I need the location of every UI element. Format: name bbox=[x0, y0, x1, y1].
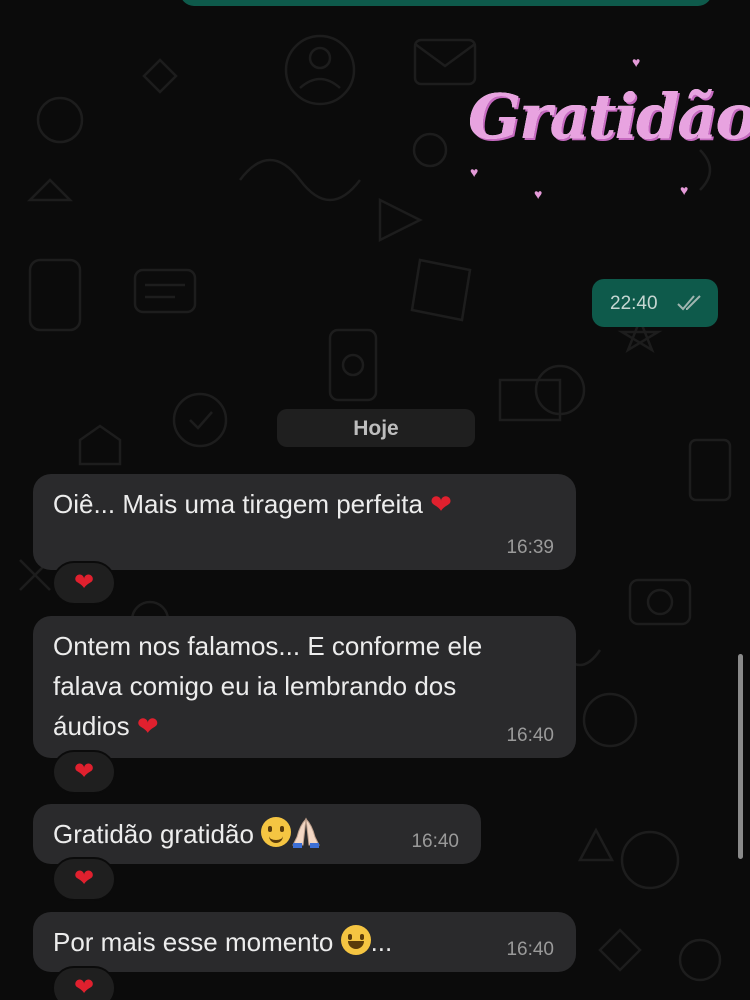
gratidao-sticker[interactable]: ♥ ♥ ♥ ♥ Gratidão bbox=[468, 54, 750, 232]
incoming-message-bubble[interactable]: Gratidão gratidão 16:40 bbox=[33, 804, 481, 864]
message-time: 16:39 bbox=[506, 537, 554, 558]
message-text: Por mais esse momento ... bbox=[53, 925, 393, 957]
message-time: 16:40 bbox=[506, 725, 554, 746]
message-time: 16:40 bbox=[411, 831, 459, 852]
double-check-icon bbox=[677, 295, 701, 311]
heart-reaction[interactable]: ❤ bbox=[52, 561, 116, 605]
date-divider-label: Hoje bbox=[353, 417, 399, 440]
outgoing-message-bubble[interactable]: 22:40 bbox=[592, 279, 718, 327]
heart-reaction[interactable]: ❤ bbox=[52, 857, 116, 901]
folded-hands-emoji bbox=[292, 817, 320, 848]
heart-icon: ♥ bbox=[680, 182, 689, 198]
heart-reaction[interactable]: ❤ bbox=[52, 966, 116, 1000]
message-time: 22:40 bbox=[610, 293, 658, 314]
heart-icon: ♥ bbox=[534, 186, 543, 202]
previous-outgoing-bubble[interactable] bbox=[180, 0, 712, 6]
chat-area: ♥ ♥ ♥ ♥ Gratidão 22:40 Hoje Oiê... Mais … bbox=[0, 0, 750, 1000]
incoming-message-bubble[interactable]: Por mais esse momento ... 16:40 bbox=[33, 912, 576, 972]
heart-icon: ♥ bbox=[470, 164, 479, 180]
red-heart-emoji: ❤ bbox=[136, 711, 159, 741]
heart-reaction[interactable]: ❤ bbox=[52, 750, 116, 794]
heart-icon: ♥ bbox=[632, 54, 641, 70]
incoming-message-bubble[interactable]: Oiê... Mais uma tiragem perfeita ❤ 16:39 bbox=[33, 474, 576, 570]
message-text: Oiê... Mais uma tiragem perfeita ❤ bbox=[53, 489, 452, 519]
smiling-face-emoji bbox=[261, 817, 292, 847]
message-text: Ontem nos falamos... E conforme ele fala… bbox=[53, 631, 483, 741]
message-time: 16:40 bbox=[506, 939, 554, 960]
scrollbar[interactable] bbox=[738, 654, 743, 859]
incoming-message-bubble[interactable]: Ontem nos falamos... E conforme ele fala… bbox=[33, 616, 576, 758]
sticker-text: Gratidão bbox=[468, 80, 750, 153]
red-heart-emoji: ❤ bbox=[430, 489, 452, 519]
date-divider: Hoje bbox=[277, 409, 475, 447]
grinning-face-emoji bbox=[340, 925, 371, 955]
